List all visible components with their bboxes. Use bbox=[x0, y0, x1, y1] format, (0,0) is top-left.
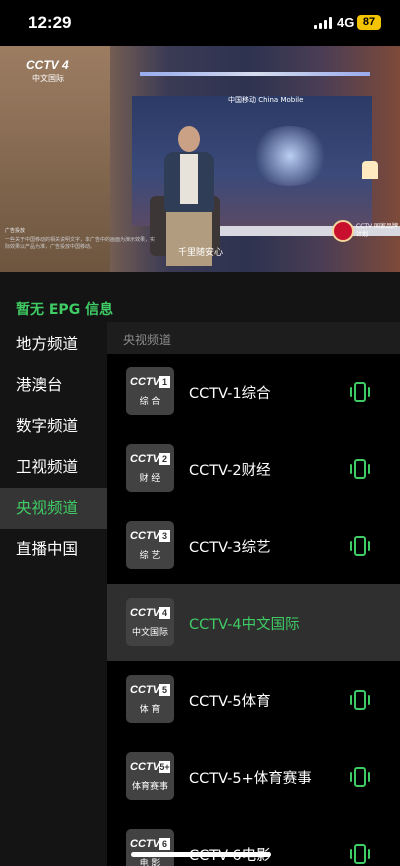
video-scene-lamp bbox=[362, 161, 378, 179]
channel-row[interactable]: CCTV 5 体 育 CCTV-5体育 bbox=[107, 661, 400, 738]
video-scene-light bbox=[140, 72, 370, 76]
epg-bar: 暂无 EPG 信息 bbox=[0, 272, 400, 322]
sidebar-item-cctv[interactable]: 央视频道 bbox=[0, 488, 107, 529]
channel-row-selected[interactable]: CCTV 4 中文国际 CCTV-4中文国际 bbox=[107, 584, 400, 661]
channel-logo: CCTV 5 体 育 bbox=[126, 675, 174, 723]
channel-list[interactable]: 央视频道 CCTV 1 综 合 CCTV-1综合 CCTV 2 财 经 CCTV-2… bbox=[107, 322, 400, 866]
ad-fine-print: 一些关于中国移动的相关说明文字，本广告中的画面为演示效果，实际效果以产品为准，广… bbox=[5, 237, 156, 250]
sidebar-item-satellite[interactable]: 卫视频道 bbox=[0, 447, 107, 488]
channel-name: CCTV-4中文国际 bbox=[189, 617, 300, 633]
network-type: 4G bbox=[337, 15, 355, 30]
status-bar: 12:29 4G 87 bbox=[0, 0, 400, 46]
status-time: 12:29 bbox=[28, 13, 72, 32]
channel-name: CCTV-3综艺 bbox=[189, 540, 271, 556]
sidebar-item-live-china[interactable]: 直播中国 bbox=[0, 529, 107, 570]
phone-vibrate-icon[interactable] bbox=[349, 381, 371, 403]
phone-vibrate-icon[interactable] bbox=[349, 689, 371, 711]
channel-row[interactable]: CCTV 1 综 合 CCTV-1综合 bbox=[107, 353, 400, 430]
sponsor-logo: 中国移动 China Mobile bbox=[228, 96, 304, 104]
sidebar-item-local[interactable]: 地方频道 bbox=[0, 324, 107, 365]
channel-row[interactable]: CCTV 5+ 体育赛事 CCTV-5+体育赛事 bbox=[107, 738, 400, 815]
channel-watermark: CCTV 4 bbox=[26, 58, 69, 72]
channel-row[interactable]: CCTV6 电 影 CCTV-6电影 bbox=[107, 815, 400, 866]
battery-icon: 87 bbox=[357, 15, 381, 30]
channel-logo: CCTV 4 中文国际 bbox=[126, 598, 174, 646]
channel-logo: CCTV 5+ 体育赛事 bbox=[126, 752, 174, 800]
phone-vibrate-icon[interactable] bbox=[349, 766, 371, 788]
video-scene-glow bbox=[250, 126, 330, 186]
home-indicator[interactable] bbox=[131, 852, 271, 857]
channel-row[interactable]: CCTV 2 财 经 CCTV-2财经 bbox=[107, 430, 400, 507]
channel-name: CCTV-5+体育赛事 bbox=[189, 771, 312, 787]
channel-logo: CCTV 6 电 影 bbox=[126, 829, 174, 866]
epg-status: 暂无 EPG 信息 bbox=[16, 302, 114, 318]
channel-row[interactable]: CCTV 3 综 艺 CCTV-3综艺 bbox=[107, 507, 400, 584]
channel-logo: CCTV 3 综 艺 bbox=[126, 521, 174, 569]
phone-vibrate-icon[interactable] bbox=[349, 843, 371, 865]
channel-watermark-sub: 中文国际 bbox=[32, 74, 64, 83]
channel-logo: CCTV 2 财 经 bbox=[126, 444, 174, 492]
category-sidebar: 地方频道 港澳台 数字频道 卫视频道 央视频道 直播中国 bbox=[0, 322, 107, 866]
phone-vibrate-icon[interactable] bbox=[349, 458, 371, 480]
list-header-title: 央视频道 bbox=[123, 333, 172, 347]
signal-icon bbox=[314, 17, 332, 29]
channel-name: CCTV-5体育 bbox=[189, 694, 271, 710]
channel-name: CCTV-2财经 bbox=[189, 463, 271, 479]
ad-tag: 广告投放 bbox=[5, 228, 26, 234]
sidebar-item-digital[interactable]: 数字频道 bbox=[0, 406, 107, 447]
channel-name: CCTV-1综合 bbox=[189, 386, 271, 402]
brand-badge-icon bbox=[332, 220, 354, 242]
sidebar-item-hk-macau-taiwan[interactable]: 港澳台 bbox=[0, 365, 107, 406]
brand-badge-text: CCTV 国家品牌计划 bbox=[356, 223, 399, 238]
channel-logo: CCTV 1 综 合 bbox=[126, 367, 174, 415]
video-caption: 千里随安心 bbox=[178, 248, 224, 258]
list-header: 央视频道 bbox=[107, 322, 400, 354]
phone-vibrate-icon[interactable] bbox=[349, 535, 371, 557]
